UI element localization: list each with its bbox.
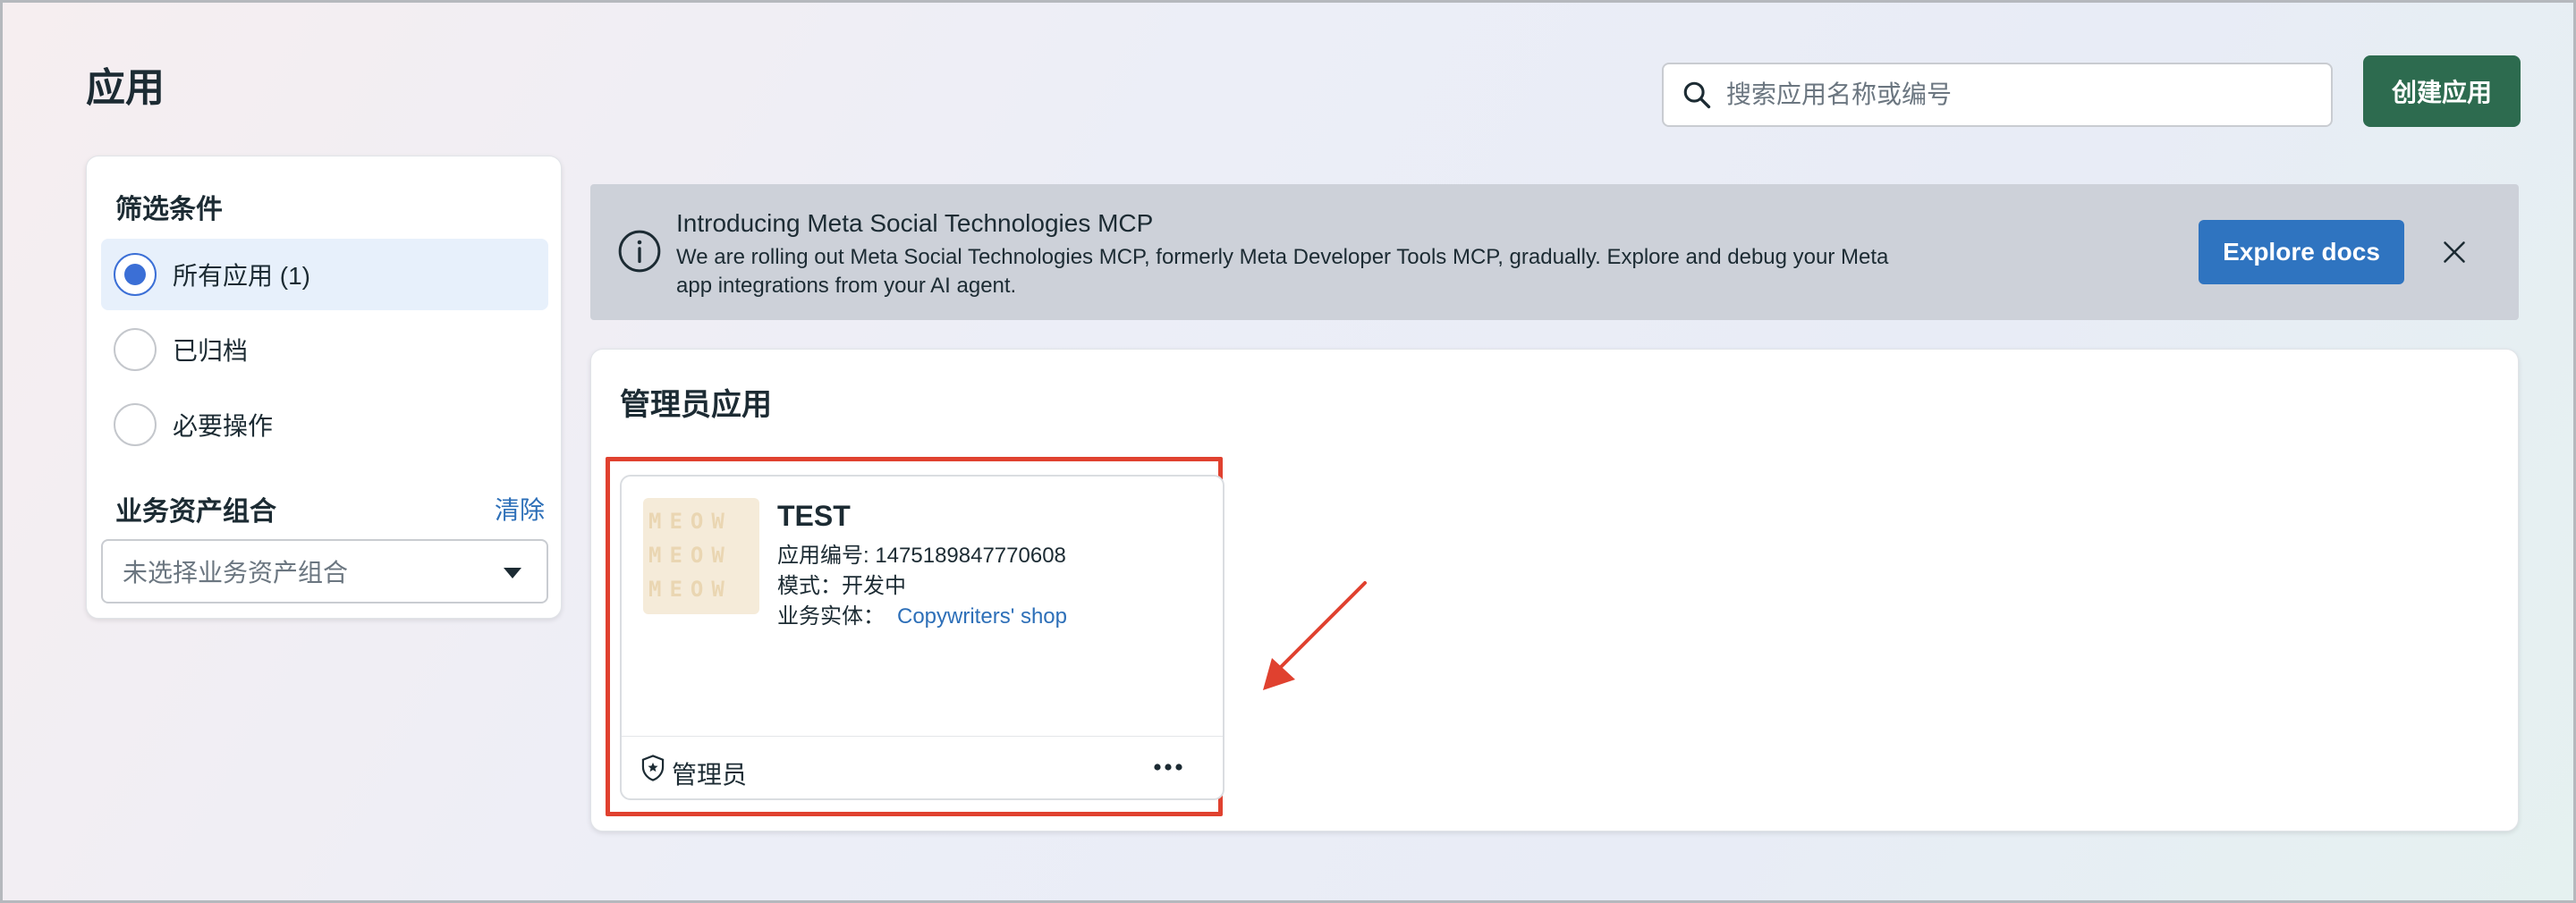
business-label: 业务实体： xyxy=(777,604,885,629)
thumbnail-text: MEOW xyxy=(648,577,733,602)
business-link[interactable]: Copywriters' shop xyxy=(897,604,1067,629)
banner-text: We are rolling out Meta Social Technolog… xyxy=(676,245,1889,298)
thumbnail-text: MEOW xyxy=(648,543,733,568)
section-title: 管理员应用 xyxy=(620,388,772,422)
create-app-button[interactable]: 创建应用 xyxy=(2363,55,2521,127)
filter-option-archived[interactable]: 已归档 xyxy=(101,314,548,385)
app-mode: 模式：开发中 xyxy=(777,574,906,598)
search-input[interactable] xyxy=(1726,80,2299,109)
caret-down-icon xyxy=(504,568,521,578)
annotation-arrow-icon xyxy=(1263,581,1367,690)
admin-apps-panel: 管理员应用 MEOW MEOW MEOW TEST 应用编号: 14751898… xyxy=(590,349,2519,831)
page-title: 应用 xyxy=(86,66,165,110)
divider xyxy=(622,736,1223,737)
explore-docs-button[interactable]: Explore docs xyxy=(2199,220,2404,284)
app-card[interactable]: MEOW MEOW MEOW TEST 应用编号: 14751898477706… xyxy=(620,475,1224,800)
app-name[interactable]: TEST xyxy=(777,500,851,533)
search-icon xyxy=(1683,81,1711,109)
role-label: 管理员 xyxy=(672,761,748,789)
filter-title: 筛选条件 xyxy=(115,195,223,224)
admin-shield-icon xyxy=(641,755,665,781)
asset-group-title: 业务资产组合 xyxy=(115,497,276,527)
radio-button[interactable] xyxy=(114,328,157,371)
thumbnail-text: MEOW xyxy=(648,509,733,534)
close-icon[interactable] xyxy=(2442,240,2467,265)
banner-title: Introducing Meta Social Technologies MCP xyxy=(676,209,1154,237)
search-box[interactable] xyxy=(1662,63,2333,127)
filter-option-label: 必要操作 xyxy=(173,412,274,440)
filter-option-required-actions[interactable]: 必要操作 xyxy=(101,389,548,460)
filter-option-label: 所有应用 (1) xyxy=(173,262,311,290)
filter-option-label: 已归档 xyxy=(173,337,249,365)
asset-group-select[interactable]: 未选择业务资产组合 xyxy=(101,539,548,603)
app-thumbnail: MEOW MEOW MEOW xyxy=(643,498,759,614)
more-options-icon[interactable] xyxy=(1153,763,1183,772)
filter-panel: 筛选条件 所有应用 (1) 已归档 必要操作 业务资产组合 清除 未选择业务资产… xyxy=(86,156,562,619)
app-business: 业务实体： Copywriters' shop xyxy=(777,598,1067,629)
clear-link[interactable]: 清除 xyxy=(495,491,545,527)
app-id: 应用编号: 1475189847770608 xyxy=(777,544,1066,568)
info-icon xyxy=(618,230,661,273)
asset-select-placeholder: 未选择业务资产组合 xyxy=(123,559,349,587)
mcp-banner: Introducing Meta Social Technologies MCP… xyxy=(590,184,2519,320)
radio-button[interactable] xyxy=(114,253,157,296)
radio-button[interactable] xyxy=(114,403,157,446)
filter-option-all-apps[interactable]: 所有应用 (1) xyxy=(101,239,548,310)
